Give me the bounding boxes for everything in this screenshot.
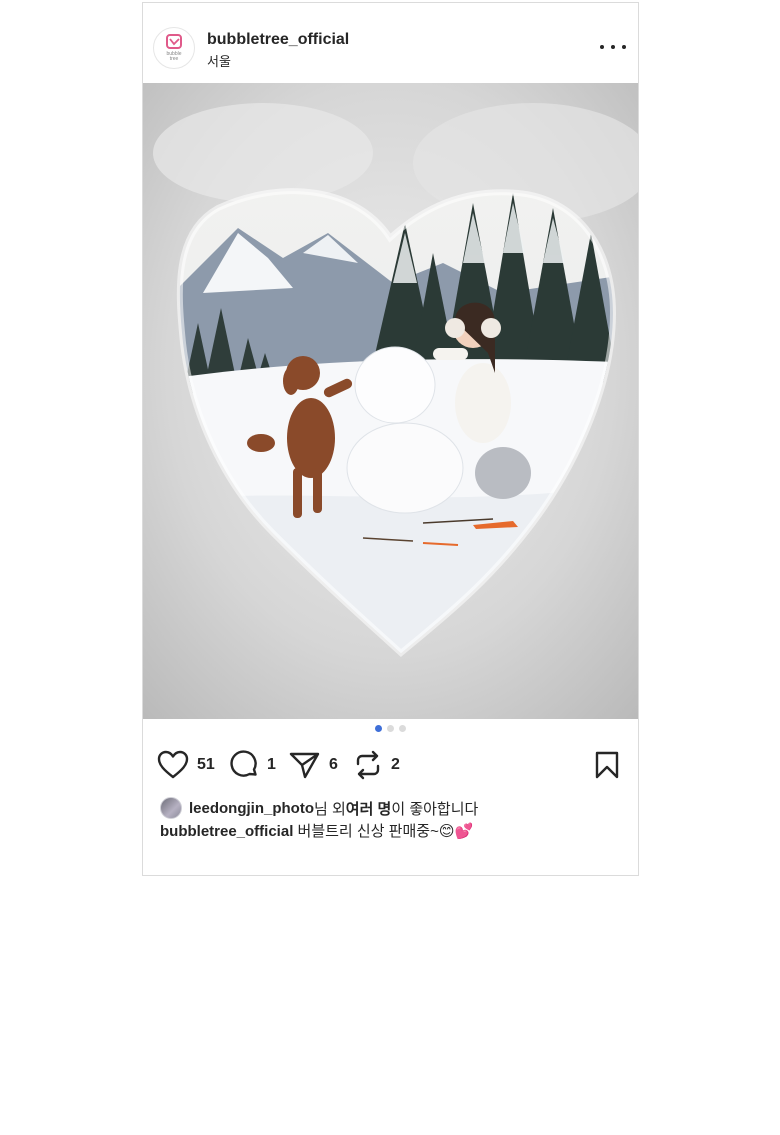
repost-icon xyxy=(356,750,380,780)
share-button[interactable]: 6 xyxy=(289,748,338,782)
like-count: 51 xyxy=(197,756,215,773)
carousel-indicator xyxy=(143,725,638,735)
post-location[interactable]: 서울 xyxy=(207,51,231,70)
send-icon xyxy=(289,752,320,779)
post-photo[interactable] xyxy=(143,83,638,719)
carousel-dot[interactable] xyxy=(387,725,394,732)
likes-summary: leedongjin_photo 님 외 여러 명이 좋아합니다 xyxy=(160,796,478,820)
carousel-dot[interactable] xyxy=(399,725,406,732)
repost-count: 2 xyxy=(391,756,400,773)
comment-button[interactable]: 1 xyxy=(229,748,276,782)
svg-text:tree: tree xyxy=(170,56,179,62)
repost-button[interactable]: 2 xyxy=(353,748,400,782)
comment-icon xyxy=(230,750,257,777)
comment-count: 1 xyxy=(267,756,276,773)
bubbletree-logo: bubble tree xyxy=(166,34,182,62)
likes-text-1: 님 외 xyxy=(314,800,346,818)
more-options-button[interactable] xyxy=(600,37,626,57)
more-dot xyxy=(600,45,604,49)
snowman-heart-photo xyxy=(143,83,638,719)
post-username[interactable]: bubbletree_official xyxy=(207,31,349,49)
profile-avatar[interactable]: bubble tree xyxy=(153,27,195,69)
instagram-post: bubble tree bubbletree_official 서울 51 1 … xyxy=(142,2,639,876)
liker-username[interactable]: leedongjin_photo xyxy=(189,800,314,817)
caption-emojis: 😊💕 xyxy=(438,822,474,840)
caption-text: 버블트리 신상 판매중~ xyxy=(293,823,439,840)
liker-avatar[interactable] xyxy=(160,797,182,819)
more-dot xyxy=(622,45,626,49)
likes-text-2: 이 좋아합니다 xyxy=(391,800,479,818)
share-count: 6 xyxy=(329,756,338,773)
post-caption: bubbletree_official 버블트리 신상 판매중~😊💕 xyxy=(160,820,473,841)
like-button[interactable]: 51 xyxy=(157,748,215,782)
likes-others-link[interactable]: 여러 명 xyxy=(346,798,392,819)
bookmark-icon xyxy=(595,751,619,779)
carousel-dot-active[interactable] xyxy=(375,725,382,732)
post-header: bubble tree bubbletree_official 서울 xyxy=(143,3,638,83)
action-bar: 51 1 6 2 xyxy=(157,748,622,782)
heart-icon xyxy=(157,750,189,779)
caption-author[interactable]: bubbletree_official xyxy=(160,823,293,840)
save-button[interactable] xyxy=(594,750,620,785)
more-dot xyxy=(611,45,615,49)
